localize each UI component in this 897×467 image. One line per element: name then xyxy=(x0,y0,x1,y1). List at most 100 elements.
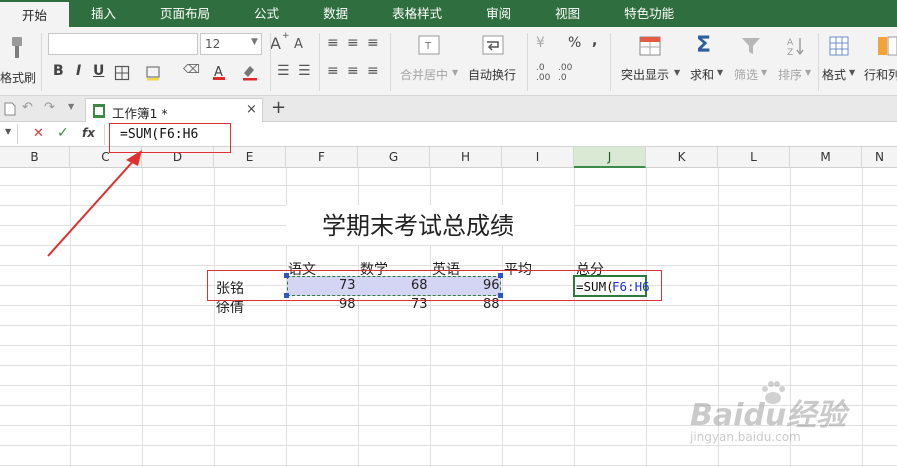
column-header-m[interactable]: M xyxy=(790,147,862,168)
document-tab-title: 工作簿1 * xyxy=(112,106,168,121)
menu-tab-formulas[interactable]: 公式 xyxy=(232,0,301,27)
align-middle-icon[interactable]: ≡ xyxy=(347,35,359,51)
currency-icon[interactable]: ¥ xyxy=(536,35,545,51)
new-tab-button[interactable]: + xyxy=(271,97,286,118)
svg-text:A: A xyxy=(787,38,794,48)
fill-color-icon[interactable] xyxy=(145,65,163,81)
decrease-decimal-button[interactable]: .00 .0 xyxy=(558,63,582,85)
format-painter-label: 格式刷 xyxy=(0,71,37,85)
grow-font-arrow-icon: + xyxy=(282,31,290,41)
increase-indent-icon[interactable]: ☰ xyxy=(298,63,311,79)
name-box[interactable]: ▼ xyxy=(0,124,18,144)
conditional-format-button[interactable]: 突出显示 ▼ xyxy=(618,33,684,89)
chevron-down-icon: ▼ xyxy=(5,127,12,136)
percent-button[interactable]: % xyxy=(568,35,581,51)
menu-tab-special[interactable]: 特色功能 xyxy=(602,0,696,27)
menu-tab-home[interactable]: 开始 xyxy=(0,0,70,27)
filter-label: 筛选 xyxy=(734,68,759,82)
highlight-icon[interactable] xyxy=(240,63,260,81)
increase-decimal-button[interactable]: .0 .00 xyxy=(536,63,560,85)
undo-icon[interactable]: ↶ xyxy=(22,100,33,115)
align-center-icon[interactable]: ≡ xyxy=(347,63,359,79)
sort-icon: A Z xyxy=(787,38,804,57)
cancel-button[interactable]: ✕ xyxy=(33,126,44,141)
decrease-decimal-top: .00 xyxy=(558,63,573,73)
borders-icon[interactable] xyxy=(114,65,130,81)
shrink-font-button[interactable]: A xyxy=(294,37,303,52)
redo-icon[interactable]: ↷ xyxy=(44,100,55,115)
insert-function-button[interactable]: fx xyxy=(82,126,95,140)
document-tab-bar: ↶ ↷ ▼ 工作簿1 * × + xyxy=(0,96,897,122)
align-bottom-icon[interactable]: ≡ xyxy=(367,35,379,51)
sigma-icon: Σ xyxy=(696,33,712,58)
column-header-h[interactable]: H xyxy=(430,147,502,168)
format-grid-icon xyxy=(829,36,849,56)
rows-cols-button[interactable]: 行和列 xyxy=(862,33,897,89)
rows-cols-label: 行和列 xyxy=(864,68,897,82)
wrap-text-label: 自动换行 xyxy=(468,68,517,82)
column-header-n[interactable]: N xyxy=(862,147,897,168)
menu-tab-review[interactable]: 审阅 xyxy=(464,0,533,27)
document-icon[interactable] xyxy=(4,102,16,116)
merge-cells-icon: T xyxy=(418,35,440,55)
filter-button[interactable]: 筛选 ▼ xyxy=(732,33,772,89)
column-header-j[interactable]: J xyxy=(574,147,646,168)
chevron-down-icon[interactable]: ▼ xyxy=(68,102,74,111)
column-header-g[interactable]: G xyxy=(358,147,430,168)
font-color-icon[interactable]: A xyxy=(210,63,228,81)
rows-cols-icon xyxy=(878,36,897,56)
clear-format-icon[interactable]: ⌫ xyxy=(183,62,200,76)
menu-tab-page-layout[interactable]: 页面布局 xyxy=(138,0,232,27)
column-header-l[interactable]: L xyxy=(718,147,790,168)
column-header-f[interactable]: F xyxy=(286,147,358,168)
filter-icon xyxy=(742,38,760,54)
menu-tab-view[interactable]: 视图 xyxy=(533,0,602,27)
font-name-select[interactable] xyxy=(48,33,198,55)
svg-text:T: T xyxy=(424,41,432,52)
menu-tab-table-style[interactable]: 表格样式 xyxy=(370,0,464,27)
font-size-value: 12 xyxy=(205,37,221,51)
ribbon-divider xyxy=(818,33,819,91)
merge-center-label: 合并居中 xyxy=(400,68,449,82)
font-size-select[interactable]: 12 ▼ xyxy=(200,33,262,55)
bold-button[interactable]: B xyxy=(53,63,64,79)
brush-icon xyxy=(12,37,22,58)
thousands-button[interactable]: , xyxy=(592,33,597,49)
format-label: 格式 xyxy=(822,68,847,82)
worksheet-grid[interactable]: 学期末考试总成绩 语文 数学 英语 平均 总分 张铭 73 68 96 =SUM… xyxy=(0,168,897,467)
watermark-url: jingyan.baidu.com xyxy=(690,430,801,444)
format-painter-button[interactable]: 格式刷 xyxy=(0,31,36,89)
conditional-format-icon xyxy=(639,36,661,56)
align-top-icon[interactable]: ≡ xyxy=(327,35,339,51)
format-button[interactable]: 格式 ▼ xyxy=(820,33,860,89)
conditional-format-label: 突出显示 xyxy=(621,68,670,82)
wrap-text-button[interactable]: 自动换行 xyxy=(466,33,522,89)
grow-font-button[interactable]: A xyxy=(270,34,281,53)
column-header-i[interactable]: I xyxy=(502,147,574,168)
sheet-title: 学期末考试总成绩 xyxy=(322,212,514,240)
sort-button[interactable]: A Z 排序 ▼ xyxy=(776,33,816,89)
align-right-icon[interactable]: ≡ xyxy=(367,63,379,79)
column-header-b[interactable]: B xyxy=(0,147,70,168)
close-tab-button[interactable]: × xyxy=(246,102,257,117)
sort-label: 排序 xyxy=(778,68,803,82)
ribbon-divider xyxy=(527,33,528,91)
italic-button[interactable]: I xyxy=(76,63,81,79)
align-left-icon[interactable]: ≡ xyxy=(327,63,339,79)
document-tab[interactable]: 工作簿1 * × xyxy=(85,98,263,122)
ribbon-divider xyxy=(390,33,391,91)
decrease-indent-icon[interactable]: ☰ xyxy=(277,63,290,79)
sum-button[interactable]: Σ 求和 ▼ xyxy=(688,33,728,89)
chevron-down-icon: ▼ xyxy=(849,68,856,77)
decrease-decimal-bot: .0 xyxy=(558,73,567,83)
menu-tab-data[interactable]: 数据 xyxy=(301,0,370,27)
merge-center-button[interactable]: T 合并居中 ▼ xyxy=(396,33,462,89)
watermark-brand: Baidu经验 xyxy=(690,398,847,433)
confirm-button[interactable]: ✓ xyxy=(57,125,69,141)
menu-tab-insert[interactable]: 插入 xyxy=(69,0,138,27)
chevron-down-icon: ▼ xyxy=(251,37,258,47)
underline-button[interactable]: U xyxy=(93,63,104,79)
ribbon-divider xyxy=(41,33,42,91)
column-header-k[interactable]: K xyxy=(646,147,718,168)
spreadsheet-app: 开始 插入 页面布局 公式 数据 表格样式 审阅 视图 特色功能 格式刷 12 … xyxy=(0,0,897,467)
